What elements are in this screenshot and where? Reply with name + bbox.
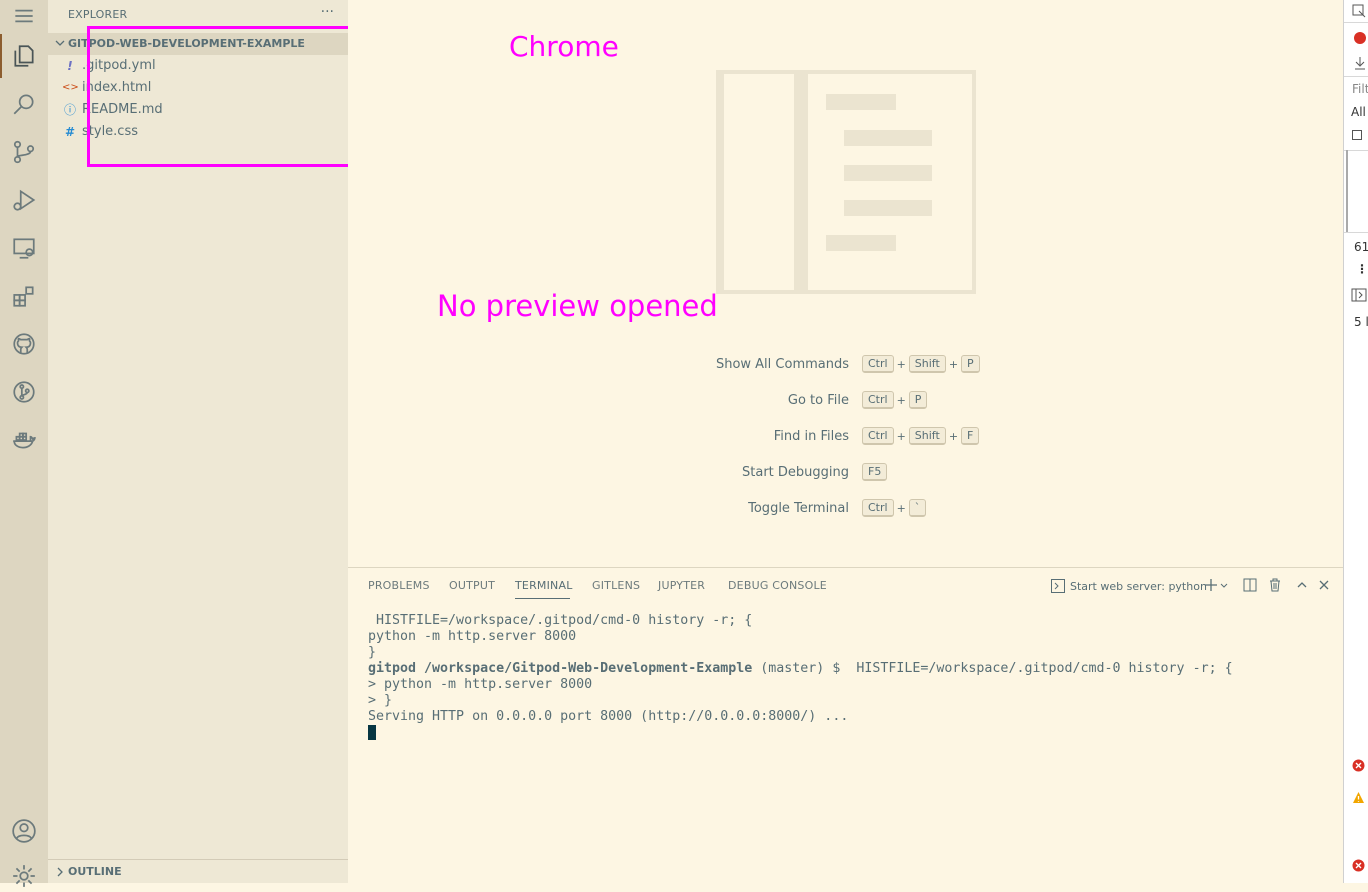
settings-gear-icon[interactable]	[8, 860, 40, 892]
count-label: 5 l	[1354, 315, 1368, 329]
sidebar-toggle-icon[interactable]	[1351, 288, 1367, 302]
shortcut-go-to-file: Go to File Ctrl + P	[348, 391, 1343, 411]
chevron-down-icon[interactable]	[1219, 577, 1229, 593]
count-label: 61	[1354, 240, 1368, 254]
shortcut-label: Find in Files	[773, 429, 849, 444]
tab-jupyter[interactable]: JUPYTER	[658, 579, 705, 592]
annotation-highlight-box	[87, 26, 352, 167]
key: Ctrl	[862, 499, 894, 517]
key: F	[961, 427, 980, 445]
trash-icon[interactable]	[1267, 577, 1283, 593]
filter-all[interactable]: All	[1351, 105, 1366, 119]
shortcut-label: Show All Commands	[715, 357, 849, 372]
key: `	[908, 499, 927, 517]
github-icon[interactable]	[8, 328, 40, 360]
tab-terminal[interactable]: TERMINAL	[515, 579, 573, 592]
key: Ctrl	[862, 391, 894, 409]
source-control-icon[interactable]	[8, 136, 40, 168]
shortcut-label: Start Debugging	[742, 465, 849, 480]
activity-bar	[0, 0, 48, 887]
tab-debug-console[interactable]: DEBUG CONSOLE	[728, 579, 827, 592]
new-terminal-icon[interactable]	[1203, 577, 1219, 593]
error-icon[interactable]	[1352, 859, 1365, 872]
terminal-line: Serving HTTP on 0.0.0.0 port 8000 (http:…	[368, 709, 849, 724]
terminal-line: HISTFILE=/workspace/.gitpod/cmd-0 histor…	[368, 613, 753, 628]
shortcut-show-all-commands: Show All Commands Ctrl + Shift + P	[348, 355, 1343, 375]
editor-watermark-logo	[716, 70, 976, 294]
yaml-file-icon: !	[67, 59, 73, 73]
split-terminal-icon[interactable]	[1242, 577, 1258, 593]
annotation-chrome-label: Chrome	[509, 30, 619, 63]
close-icon[interactable]	[1316, 577, 1332, 593]
css-file-icon: #	[64, 125, 76, 139]
terminal-line: > }	[368, 693, 393, 708]
inspect-element-icon[interactable]	[1352, 4, 1366, 18]
docker-icon[interactable]	[8, 424, 40, 456]
filter-input[interactable]: Filt	[1352, 82, 1368, 96]
extensions-icon[interactable]	[8, 280, 40, 312]
explorer-icon[interactable]	[8, 40, 40, 72]
terminal-output[interactable]: HISTFILE=/workspace/.gitpod/cmd-0 histor…	[368, 613, 1233, 741]
warning-icon[interactable]	[1352, 791, 1365, 804]
shortcut-label: Go to File	[787, 393, 849, 408]
tab-output[interactable]: OUTPUT	[449, 579, 495, 592]
terminal-line: > python -m http.server 8000	[368, 677, 593, 692]
annotation-no-preview-label: No preview opened	[437, 289, 718, 323]
bottom-panel: PROBLEMS OUTPUT TERMINAL GITLENS JUPYTER…	[348, 567, 1343, 884]
checkbox[interactable]	[1352, 130, 1362, 140]
explorer-sidebar: EXPLORER ··· GITPOD-WEB-DEVELOPMENT-EXAM…	[48, 0, 352, 884]
active-indicator	[0, 34, 2, 78]
record-icon[interactable]	[1353, 31, 1367, 45]
terminal-cursor	[368, 725, 376, 740]
tab-problems[interactable]: PROBLEMS	[368, 579, 430, 592]
devtools-panel-edge: Filt All 61 ⋮ 5 l	[1343, 0, 1368, 883]
chevron-down-icon	[55, 40, 65, 46]
active-tab-underline	[515, 598, 570, 599]
key: Shift	[908, 427, 946, 445]
outline-label: OUTLINE	[68, 865, 122, 878]
shortcut-start-debugging: Start Debugging F5	[348, 463, 1343, 483]
info-file-icon: ⓘ	[63, 103, 76, 117]
chevron-right-icon	[57, 867, 63, 877]
key: Shift	[908, 355, 946, 373]
terminal-line: python -m http.server 8000	[368, 629, 577, 644]
key: P	[961, 355, 980, 373]
search-icon[interactable]	[8, 88, 40, 120]
chevron-up-icon[interactable]	[1294, 577, 1310, 593]
more-actions-icon[interactable]: ···	[321, 4, 334, 20]
overview-track	[1346, 150, 1368, 232]
key: Ctrl	[862, 427, 894, 445]
terminal-icon[interactable]	[1051, 579, 1065, 593]
menu-icon[interactable]	[8, 0, 40, 32]
account-icon[interactable]	[8, 815, 40, 847]
remote-explorer-icon[interactable]	[8, 232, 40, 264]
sidebar-title: EXPLORER	[68, 8, 128, 21]
editor-area: Chrome No preview opened Show All Comman…	[348, 0, 1343, 567]
more-options-icon[interactable]: ⋮	[1356, 262, 1368, 276]
shortcut-label: Toggle Terminal	[748, 501, 849, 516]
shortcut-find-in-files: Find in Files Ctrl + Shift + F	[348, 427, 1343, 447]
key: P	[908, 391, 928, 409]
error-icon[interactable]	[1352, 759, 1365, 772]
terminal-line: (master) $ HISTFILE=/workspace/.gitpod/c…	[752, 661, 1233, 676]
terminal-line: }	[368, 645, 377, 660]
terminal-selector[interactable]: Start web server: python	[1070, 580, 1207, 593]
run-debug-icon[interactable]	[8, 184, 40, 216]
gitlens-icon[interactable]	[8, 376, 40, 408]
html-file-icon: <>	[62, 82, 79, 93]
key: F5	[862, 463, 888, 481]
download-icon[interactable]	[1354, 56, 1366, 70]
outline-header[interactable]: OUTLINE	[48, 859, 348, 884]
key: Ctrl	[862, 355, 894, 373]
shortcut-toggle-terminal: Toggle Terminal Ctrl + `	[348, 499, 1343, 519]
tab-gitlens[interactable]: GITLENS	[592, 579, 640, 592]
terminal-prompt-path: gitpod /workspace/Gitpod-Web-Development…	[368, 661, 753, 676]
